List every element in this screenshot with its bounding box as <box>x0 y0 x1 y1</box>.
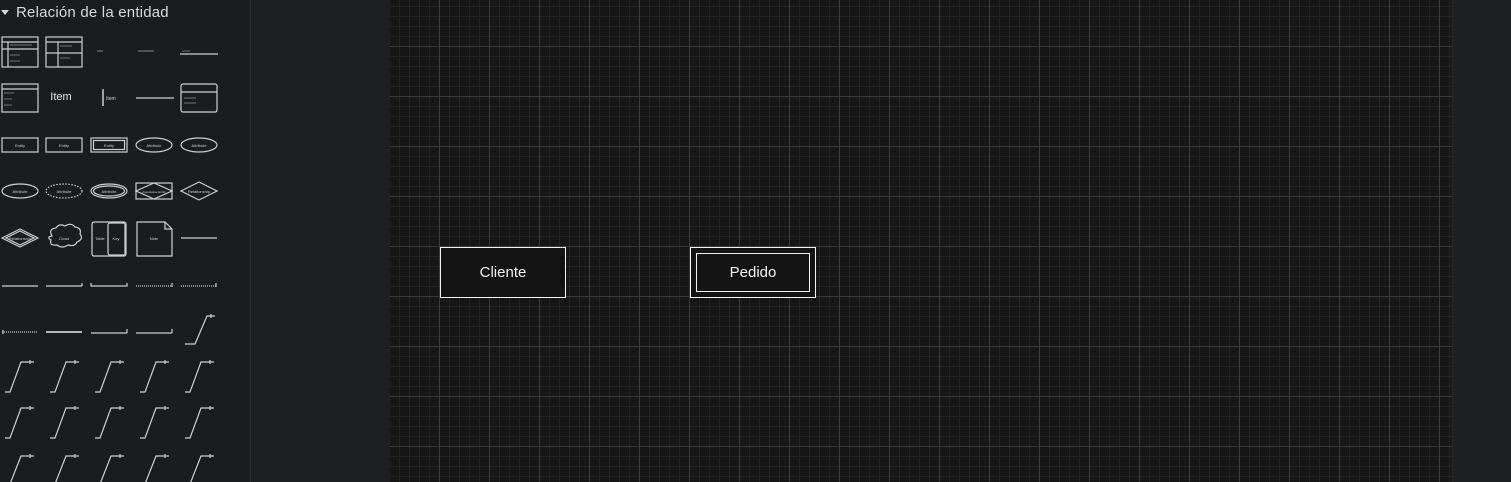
shape-row-line[interactable] <box>180 50 218 55</box>
relation-elbow-11[interactable] <box>185 406 214 439</box>
relation-elbow-7[interactable] <box>5 406 34 439</box>
svg-text:Entity: Entity <box>104 143 114 148</box>
shape-cloud[interactable]: Cloud <box>48 223 83 248</box>
relation-line-3[interactable] <box>90 283 128 287</box>
diagram-canvas[interactable]: Cliente Pedido <box>390 0 1452 482</box>
svg-text:Attribute: Attribute <box>102 189 118 194</box>
relation-elbow-6[interactable] <box>185 360 214 393</box>
relation-elbow-15[interactable] <box>140 454 169 482</box>
svg-text:Item: Item <box>106 96 116 102</box>
svg-text:Attribute: Attribute <box>13 189 29 194</box>
shape-item-bar[interactable]: Item <box>102 89 116 106</box>
relation-line-4[interactable] <box>136 283 173 287</box>
shape-note[interactable]: Note <box>136 221 173 257</box>
svg-text:Relationship: Relationship <box>188 189 211 194</box>
shape-multivalued-attribute[interactable]: Attribute <box>90 183 128 199</box>
relation-line-9[interactable] <box>136 329 173 334</box>
relation-elbow-16[interactable] <box>185 454 214 482</box>
relation-line-8[interactable] <box>91 329 128 334</box>
shape-entity-alt[interactable]: Entity <box>45 137 83 153</box>
svg-text:Entity: Entity <box>15 143 25 148</box>
entity-cliente[interactable]: Cliente <box>440 247 566 298</box>
relation-elbow-3[interactable] <box>50 360 79 393</box>
shape-entity-table[interactable] <box>180 83 218 113</box>
shape-attribute[interactable]: Attribute <box>135 137 173 153</box>
relation-elbow-4[interactable] <box>95 360 124 393</box>
sidebar-gap <box>251 0 390 482</box>
svg-text:Item: Item <box>50 91 71 103</box>
relation-elbow-12[interactable] <box>5 454 34 482</box>
shape-identifying-relationship[interactable]: Relationship <box>0 228 40 248</box>
relation-elbow-8[interactable] <box>50 406 79 439</box>
shape-palette: Item Item Entity Entity Entity Attribute… <box>0 36 219 482</box>
relation-elbow-2[interactable] <box>5 360 34 393</box>
relation-elbow-13[interactable] <box>50 454 79 482</box>
relation-line-2[interactable] <box>46 283 83 287</box>
shape-weak-entity[interactable]: Entity <box>90 137 128 153</box>
relation-elbow-1[interactable] <box>185 314 215 345</box>
shape-relationship[interactable]: Relationship <box>179 181 219 201</box>
shape-key-attribute[interactable]: Attribute <box>1 183 39 199</box>
svg-text:Relationship: Relationship <box>9 236 32 241</box>
shape-table-key[interactable]: Table Key <box>91 221 127 257</box>
svg-text:Key: Key <box>113 236 120 241</box>
svg-text:Attribute: Attribute <box>147 143 163 148</box>
shape-item[interactable]: Item <box>50 91 71 103</box>
shapes-sidebar: Relación de la entidad Item Item Entity … <box>0 0 251 482</box>
svg-text:Table: Table <box>95 236 105 241</box>
shape-derived-attribute[interactable]: Attribute <box>45 183 83 199</box>
relation-elbow-10[interactable] <box>140 406 169 439</box>
relation-elbow-5[interactable] <box>140 360 169 393</box>
shape-table-2[interactable] <box>45 36 83 68</box>
shape-entity[interactable]: Entity <box>1 137 39 153</box>
svg-text:Attribute: Attribute <box>57 189 73 194</box>
weak-entity-pedido[interactable]: Pedido <box>690 247 816 298</box>
shape-attribute-alt[interactable]: Attribute <box>180 137 218 153</box>
right-panel <box>1452 0 1511 482</box>
relation-elbow-14[interactable] <box>95 454 124 482</box>
entity-label: Pedido <box>729 264 777 281</box>
svg-text:Associative Entity: Associative Entity <box>142 190 166 194</box>
svg-text:Attribute: Attribute <box>192 143 208 148</box>
entity-label: Cliente <box>479 264 527 281</box>
shape-table-1[interactable] <box>1 36 39 68</box>
relation-elbow-9[interactable] <box>95 406 124 439</box>
relation-line-6[interactable] <box>2 330 38 334</box>
shape-list[interactable] <box>1 83 39 113</box>
shape-associative-entity[interactable]: Associative Entity <box>134 182 174 200</box>
svg-text:Note: Note <box>150 236 159 241</box>
svg-text:Entity: Entity <box>59 143 69 148</box>
relation-line-5[interactable] <box>181 283 217 287</box>
svg-text:Cloud: Cloud <box>59 236 69 241</box>
